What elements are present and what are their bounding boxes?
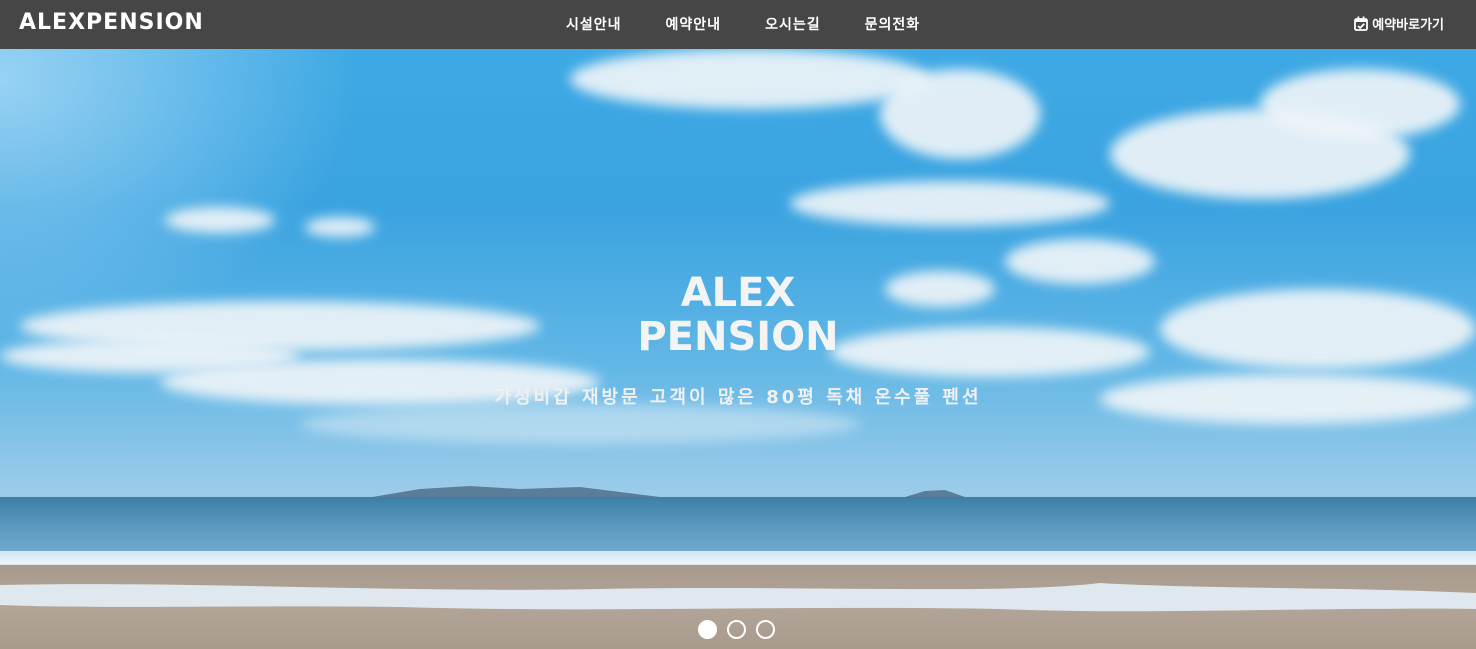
hero-carousel: ALEX PENSION 가성비갑 재방문 고객이 많은 80평 독채 온수풀 …	[0, 49, 1476, 649]
carousel-indicators	[698, 620, 785, 639]
cloud	[880, 69, 1040, 159]
cloud	[305, 217, 375, 237]
cloud	[570, 49, 930, 109]
carousel-dot-2[interactable]	[727, 620, 746, 639]
cloud	[790, 181, 1110, 226]
cloud	[1260, 69, 1460, 139]
cloud	[165, 207, 275, 233]
site-logo[interactable]: ALEXPENSION	[19, 10, 204, 35]
carousel-dot-3[interactable]	[756, 620, 775, 639]
top-navbar: ALEXPENSION 시설안내 예약안내 오시는길 문의전화 예약바로가기	[0, 0, 1476, 49]
hero-title-line1: ALEX	[680, 270, 796, 316]
carousel-dot-1[interactable]	[698, 620, 717, 639]
reserve-now-link[interactable]: 예약바로가기	[1354, 14, 1444, 33]
menu-item-contact[interactable]: 문의전화	[865, 14, 921, 34]
menu-item-reservation-info[interactable]: 예약안내	[666, 14, 722, 34]
hero-subtitle: 가성비갑 재방문 고객이 많은 80평 독채 온수풀 펜션	[494, 387, 982, 408]
reserve-now-label: 예약바로가기	[1372, 18, 1444, 33]
calendar-check-icon	[1354, 16, 1369, 31]
menu-item-facilities[interactable]: 시설안내	[566, 14, 622, 34]
hero-title: ALEX PENSION	[0, 271, 1476, 359]
wave-foam	[0, 583, 1476, 612]
cloud	[300, 404, 860, 444]
menu-item-directions[interactable]: 오시는길	[765, 14, 821, 34]
hero-title-line2: PENSION	[637, 314, 839, 360]
main-menu: 시설안내 예약안내 오시는길 문의전화	[566, 14, 964, 34]
